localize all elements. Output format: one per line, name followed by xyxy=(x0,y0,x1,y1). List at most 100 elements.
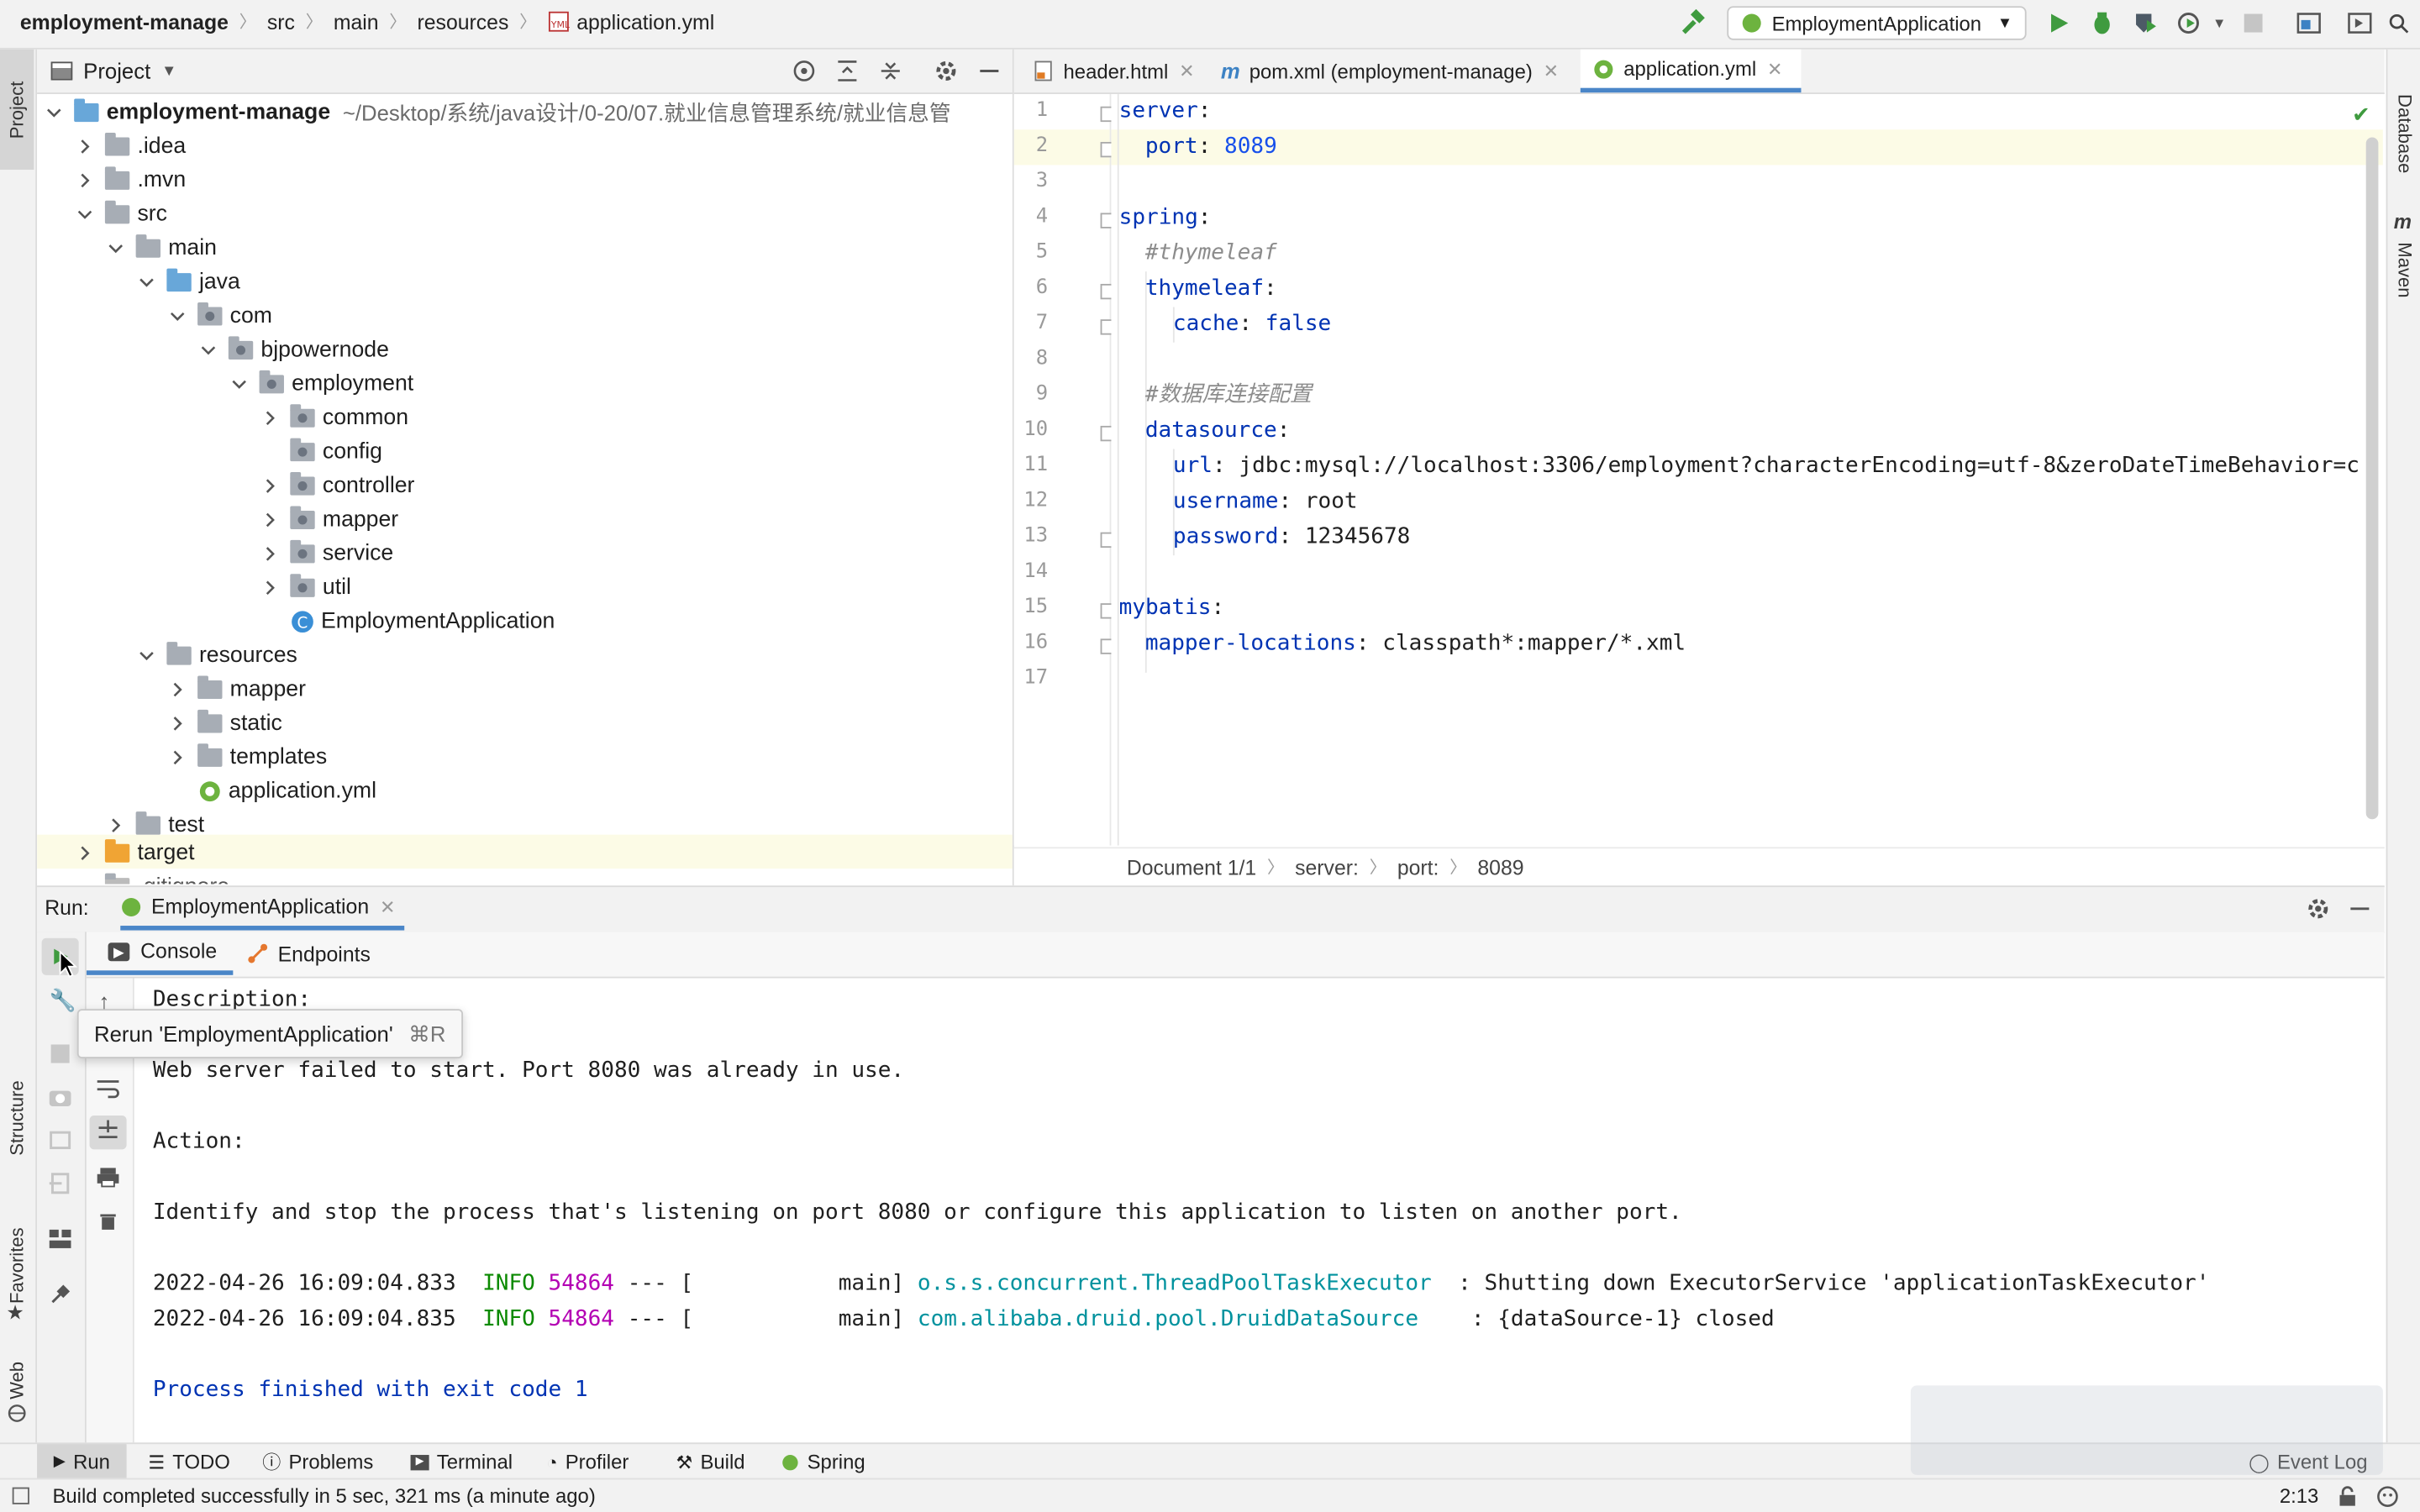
bottom-tab-run[interactable]: ▶ Run xyxy=(37,1444,127,1480)
debug-bug-icon[interactable] xyxy=(2085,6,2118,39)
tree-node-templates[interactable]: templates xyxy=(166,741,327,774)
breadcrumb-src[interactable]: src xyxy=(267,10,295,34)
chevron-down-icon[interactable] xyxy=(229,373,250,395)
tree-node-common[interactable]: common xyxy=(260,402,408,435)
editor-scrollbar[interactable] xyxy=(2365,137,2379,820)
tab-header-html[interactable]: header.html ✕ xyxy=(1020,50,1207,92)
close-icon[interactable]: ✕ xyxy=(1767,58,1782,80)
tree-node-idea[interactable]: .idea xyxy=(74,129,186,163)
tree-node-res-mapper[interactable]: mapper xyxy=(166,673,306,706)
tab-console[interactable]: ▶ Console xyxy=(86,932,233,975)
tree-node-config[interactable]: config xyxy=(290,435,382,469)
tree-node-main[interactable]: main xyxy=(105,232,217,265)
collapse-all-icon[interactable] xyxy=(878,59,902,92)
camera-icon[interactable] xyxy=(48,1086,72,1116)
tree-node-util[interactable]: util xyxy=(260,571,351,605)
toggle-tool-windows-icon[interactable] xyxy=(12,1487,29,1504)
chevron-down-icon[interactable]: ▼ xyxy=(161,62,176,79)
profiler-run-icon[interactable] xyxy=(2171,6,2205,39)
chevron-down-icon[interactable] xyxy=(166,306,188,328)
chevron-right-icon[interactable] xyxy=(260,407,281,429)
exit-door-icon[interactable] xyxy=(48,1173,72,1202)
tree-node-service[interactable]: service xyxy=(260,537,393,570)
scroll-to-end-icon[interactable] xyxy=(89,1115,127,1150)
restore-layout-icon[interactable] xyxy=(48,1129,72,1158)
breadcrumb-file[interactable]: application.yml xyxy=(576,10,714,34)
project-structure-icon[interactable] xyxy=(2292,6,2326,39)
chevron-down-icon[interactable] xyxy=(74,203,96,225)
database-tool-tab[interactable]: Database xyxy=(2387,81,2420,189)
expand-all-icon[interactable] xyxy=(835,59,860,92)
breadcrumb-port[interactable]: port: xyxy=(1397,855,1439,879)
inspector-face-icon[interactable] xyxy=(2377,1486,2399,1512)
lock-icon[interactable] xyxy=(2337,1486,2359,1512)
chevron-right-icon[interactable] xyxy=(260,509,281,531)
tree-node-java[interactable]: java xyxy=(136,265,240,299)
console-output[interactable]: Description: Web server failed to start.… xyxy=(134,978,2385,1443)
locate-target-icon[interactable] xyxy=(792,59,816,92)
hide-minus-icon[interactable] xyxy=(978,59,1000,92)
chevron-right-icon[interactable] xyxy=(260,577,281,599)
coverage-icon[interactable] xyxy=(2128,6,2162,39)
hide-minus-icon[interactable] xyxy=(2349,896,2371,929)
run-play-icon[interactable] xyxy=(2042,6,2075,39)
print-icon[interactable] xyxy=(96,1167,120,1196)
maven-tool-tab[interactable]: Maven xyxy=(2387,234,2420,305)
close-icon[interactable]: ✕ xyxy=(380,895,395,917)
stop-icon[interactable] xyxy=(2236,6,2270,39)
layout-grid-icon[interactable] xyxy=(48,1228,72,1257)
chevron-right-icon[interactable] xyxy=(74,843,96,864)
tree-node-employment[interactable]: employment xyxy=(229,367,413,401)
breadcrumb-project[interactable]: employment-manage xyxy=(20,10,229,34)
tree-node-root[interactable]: employment-manage ~/Desktop/系统/java设计/0-… xyxy=(43,96,951,129)
wrench-icon[interactable]: 🔧 xyxy=(50,988,76,1014)
chevron-down-icon[interactable] xyxy=(105,238,127,260)
chevron-down-icon[interactable] xyxy=(43,102,65,123)
tree-node-target[interactable]: target xyxy=(74,837,195,870)
bottom-tab-spring[interactable]: Spring xyxy=(781,1444,865,1479)
tree-node-resources[interactable]: resources xyxy=(136,638,297,672)
tree-node-mvn[interactable]: .mvn xyxy=(74,164,186,197)
chevron-right-icon[interactable] xyxy=(74,170,96,192)
chevron-down-icon[interactable] xyxy=(197,339,219,361)
tree-node-src[interactable]: src xyxy=(74,197,167,231)
chevron-right-icon[interactable] xyxy=(166,713,188,735)
tab-application-yml[interactable]: application.yml ✕ xyxy=(1580,49,1802,93)
log-class[interactable]: o.s.s.concurrent.ThreadPoolTaskExecutor xyxy=(918,1271,1432,1295)
stop-icon[interactable] xyxy=(50,1044,70,1063)
tree-node-static[interactable]: static xyxy=(166,706,282,740)
inspection-ok-check-icon[interactable]: ✔ xyxy=(2352,103,2370,128)
tree-node-bjpowernode[interactable]: bjpowernode xyxy=(197,333,389,367)
breadcrumb-document[interactable]: Document 1/1 xyxy=(1127,855,1256,879)
close-icon[interactable]: ✕ xyxy=(1179,60,1194,82)
chevron-right-icon[interactable] xyxy=(260,475,281,497)
breadcrumb-resources[interactable]: resources xyxy=(417,10,508,34)
breadcrumb-value[interactable]: 8089 xyxy=(1477,855,1523,879)
tree-node-mapper[interactable]: mapper xyxy=(260,503,398,537)
gear-icon[interactable] xyxy=(2306,896,2330,929)
bottom-tab-build[interactable]: ⚒ Build xyxy=(676,1444,744,1479)
status-message[interactable]: Build completed successfully in 5 sec, 3… xyxy=(52,1484,595,1508)
trash-icon[interactable] xyxy=(97,1210,119,1239)
chevron-right-icon[interactable] xyxy=(74,136,96,158)
tree-node-controller[interactable]: controller xyxy=(260,469,414,502)
log-class[interactable]: com.alibaba.druid.pool.DruidDataSource xyxy=(918,1307,1418,1331)
chevron-down-icon[interactable] xyxy=(136,645,158,667)
run-anything-icon[interactable] xyxy=(2343,6,2376,39)
chevron-right-icon[interactable] xyxy=(166,679,188,701)
project-panel-title[interactable]: Project xyxy=(83,59,150,83)
close-icon[interactable]: ✕ xyxy=(1544,60,1559,82)
run-configuration-selector[interactable]: EmploymentApplication ▼ xyxy=(1727,6,2027,40)
build-hammer-icon[interactable] xyxy=(1676,6,1710,39)
tree-node-gitignore[interactable]: .gitignore xyxy=(104,870,229,885)
bottom-tab-profiler[interactable]: ◔ Profiler xyxy=(546,1444,629,1479)
more-chevron-down-icon[interactable]: ▼ xyxy=(2202,6,2236,39)
pin-icon[interactable] xyxy=(50,1284,71,1313)
chevron-right-icon[interactable] xyxy=(260,543,281,565)
tree-node-com[interactable]: com xyxy=(166,299,272,333)
code-editor[interactable]: server: port: 8089 spring: #thymeleaf th… xyxy=(1111,94,2383,846)
tree-node-employment-application[interactable]: C EmploymentApplication xyxy=(290,605,555,638)
tab-pom-xml[interactable]: m pom.xml (employment-manage) ✕ xyxy=(1208,50,1571,92)
search-everywhere-icon[interactable] xyxy=(2381,6,2415,39)
bottom-tab-problems[interactable]: ⓘ Problems xyxy=(262,1444,373,1479)
